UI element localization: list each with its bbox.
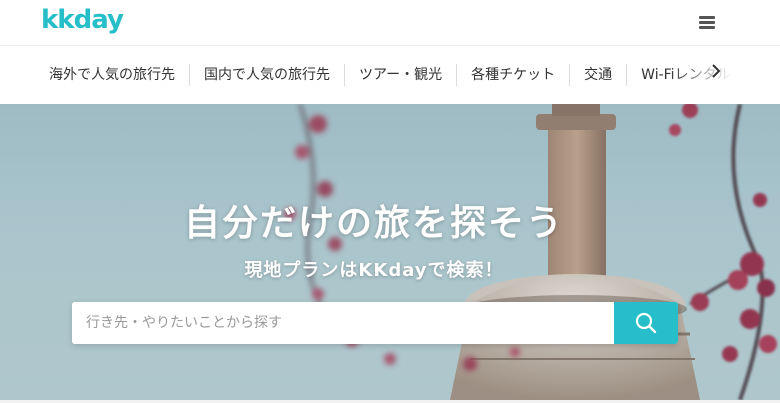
hero-title: 自分だけの旅を探そう bbox=[183, 203, 564, 244]
kkday-logo[interactable]: kkday bbox=[41, 5, 124, 35]
category-nav: 海外で人気の旅行先 国内で人気の旅行先 ツアー・観光 各種チケット 交通 Wi-… bbox=[0, 47, 780, 103]
category-nav-track: 海外で人気の旅行先 国内で人気の旅行先 ツアー・観光 各種チケット 交通 Wi-… bbox=[35, 47, 745, 103]
hero-overlay bbox=[0, 104, 780, 400]
search-icon bbox=[635, 312, 657, 334]
menu-bar bbox=[699, 16, 715, 19]
menu-bar bbox=[699, 21, 715, 24]
nav-item-transport[interactable]: 交通 bbox=[570, 64, 628, 86]
nav-item-domestic-destinations[interactable]: 国内で人気の旅行先 bbox=[190, 64, 345, 86]
menu-bar bbox=[699, 26, 715, 29]
chevron-right-icon[interactable] bbox=[706, 62, 726, 86]
nav-item-overseas-destinations[interactable]: 海外で人気の旅行先 bbox=[35, 64, 190, 86]
search-input[interactable] bbox=[72, 302, 614, 344]
hero-subtitle: 現地プランはKKdayで検索！ bbox=[244, 260, 504, 281]
search-button[interactable] bbox=[614, 302, 678, 344]
hero-banner: 自分だけの旅を探そう 現地プランはKKdayで検索！ bbox=[0, 104, 780, 400]
nav-item-tickets[interactable]: 各種チケット bbox=[457, 64, 571, 86]
site-header: kkday bbox=[0, 0, 780, 46]
nav-item-tours[interactable]: ツアー・観光 bbox=[345, 64, 458, 86]
search-bar bbox=[72, 302, 678, 344]
hamburger-menu-icon[interactable] bbox=[696, 14, 718, 32]
